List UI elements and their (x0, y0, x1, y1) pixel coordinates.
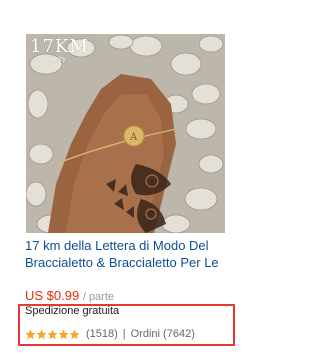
product-card[interactable]: A 17KM jewelry 17 km della Lettera di Mo… (0, 0, 269, 357)
price-unit: / parte (82, 291, 115, 303)
product-title[interactable]: 17 km della Lettera di Modo Del Braccial… (25, 237, 240, 271)
price: US $0.99 (25, 288, 80, 303)
product-title-link[interactable]: 17 km della Lettera di Modo Del Braccial… (25, 238, 219, 270)
separator: | (122, 328, 126, 340)
rating-count[interactable]: (1518) (86, 327, 118, 341)
star-icon (58, 329, 69, 339)
product-photo: A (26, 34, 225, 233)
shipping-label: Spedizione gratuita (25, 305, 120, 317)
price-row: US $0.99 / parte (25, 288, 114, 305)
product-image[interactable]: A 17KM jewelry (26, 34, 225, 233)
star-icon (69, 329, 80, 339)
rating-row: (1518) | Ordini (7642) (25, 327, 195, 341)
star-icon (36, 329, 47, 339)
star-icon (25, 329, 36, 339)
orders-count: Ordini (7642) (130, 328, 195, 340)
brand-logo: 17KM jewelry (30, 36, 89, 64)
rating-stars (25, 329, 80, 340)
star-icon (47, 329, 58, 339)
svg-text:A: A (129, 132, 138, 143)
